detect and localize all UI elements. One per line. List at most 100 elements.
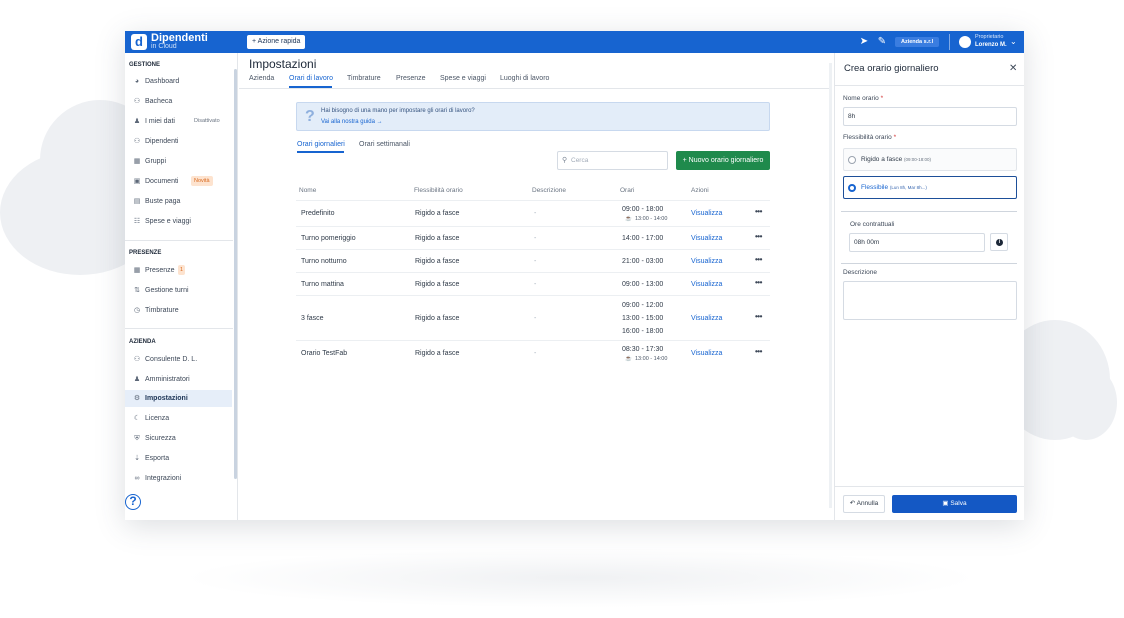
export-icon: ⇣	[134, 455, 140, 462]
row-description: -	[534, 281, 537, 288]
group-icon: ▦	[133, 158, 141, 165]
tab-expenses[interactable]: Spese e viaggi	[440, 74, 486, 84]
sidebar-item-label: Dipendenti	[145, 138, 179, 145]
guide-link[interactable]: Vai alla nostra guida →	[321, 119, 383, 126]
option-name: Flessibile	[861, 184, 889, 191]
sidebar-item-documents[interactable]: ▣ Documenti Novità	[125, 173, 232, 190]
help-button[interactable]: ?	[125, 494, 141, 510]
sidebar-item-admins[interactable]: ♟ Amministratori	[125, 371, 232, 388]
sidebar-scrollbar[interactable]	[234, 69, 237, 479]
info-icon: i	[996, 239, 1003, 246]
row-flexibility: Rigido a fasce	[415, 235, 460, 242]
sidebar-item-expenses[interactable]: ☷ Spese e viaggi	[125, 213, 232, 230]
more-icon[interactable]: •••	[755, 256, 762, 264]
more-icon[interactable]: •••	[755, 348, 762, 356]
quick-action-button[interactable]: + Azione rapida	[247, 35, 306, 49]
sidebar-item-bacheca[interactable]: ⚇ Bacheca	[125, 93, 232, 110]
letter-d-logo[interactable]: d	[131, 34, 147, 50]
background-cloud	[1055, 365, 1117, 440]
more-icon[interactable]: •••	[755, 208, 762, 216]
option-name: Rigido a fasce	[861, 156, 903, 163]
sidebar-item-advisor[interactable]: ⚇ Consulente D. L.	[125, 351, 232, 368]
row-flexibility: Rigido a fasce	[415, 315, 460, 322]
close-icon[interactable]: ✕	[1009, 63, 1017, 75]
row-time-slot: 08:30 - 17:30	[622, 346, 664, 353]
tab-azienda[interactable]: Azienda	[249, 74, 274, 84]
schedule-name-input[interactable]: 8h	[843, 107, 1017, 126]
tab-attendance[interactable]: Presenze	[396, 74, 426, 84]
search-input[interactable]: ⚲ Cerca	[557, 151, 668, 170]
search-icon: ⚲	[562, 157, 568, 164]
megaphone-icon[interactable]: ✎	[876, 36, 888, 48]
view-link[interactable]: Visualizza	[691, 210, 722, 218]
calendar-icon: ▦	[133, 267, 141, 274]
chevron-down-icon[interactable]: ⌄	[1010, 37, 1017, 47]
sidebar-item-shifts[interactable]: ⇅ Gestione turni	[125, 282, 232, 299]
sidebar-item-clock-ins[interactable]: ◷ Timbrature	[125, 302, 232, 319]
table-row-divider	[296, 295, 770, 296]
sidebar-item-settings[interactable]: ⚙ Impostazioni	[125, 390, 232, 407]
new-daily-schedule-button[interactable]: + Nuovo orario giornaliero	[676, 151, 770, 170]
user-name[interactable]: Lorenzo M.	[975, 42, 1007, 49]
sidebar-item-employees[interactable]: ⚇ Dipendenti	[125, 133, 232, 150]
description-textarea[interactable]	[843, 281, 1017, 320]
main-scrollbar[interactable]	[829, 63, 832, 508]
rocket-icon[interactable]: ➤	[858, 36, 870, 48]
clock-icon: ◷	[133, 307, 141, 314]
option-label: Rigido a fasce (09:00-18:00)	[861, 156, 931, 164]
company-selector[interactable]: Azienda s.r.l	[895, 37, 940, 47]
view-link[interactable]: Visualizza	[691, 235, 722, 243]
sidebar-item-dashboard[interactable]: ◕ Dashboard	[125, 73, 232, 90]
contract-hours-input[interactable]: 08h 00m	[849, 233, 985, 252]
option-flexible[interactable]: Flessibile (Lun 8h, Mar 8h...)	[843, 176, 1017, 199]
more-icon[interactable]: •••	[755, 233, 762, 241]
view-link[interactable]: Visualizza	[691, 281, 722, 289]
view-link[interactable]: Visualizza	[691, 258, 722, 266]
more-icon[interactable]: •••	[755, 313, 762, 321]
info-button[interactable]: i	[990, 233, 1008, 251]
row-description: -	[534, 315, 537, 322]
column-header-hours: Orari	[620, 187, 635, 194]
avatar[interactable]	[959, 36, 971, 48]
panel-divider	[841, 211, 1017, 212]
view-link[interactable]: Visualizza	[691, 350, 722, 358]
sidebar-item-integrations[interactable]: ∞ Integrazioni	[125, 470, 232, 487]
shifts-icon: ⇅	[134, 287, 140, 294]
radio-button[interactable]	[848, 156, 856, 164]
tab-clock-ins[interactable]: Timbrature	[347, 74, 381, 84]
row-description: -	[534, 258, 537, 265]
radio-button-selected[interactable]	[848, 184, 856, 192]
view-link[interactable]: Visualizza	[691, 315, 722, 323]
save-button[interactable]: ▣ Salva	[892, 495, 1017, 513]
banner-text: Hai bisogno di una mano per impostare gl…	[321, 108, 475, 114]
sidebar-item-security[interactable]: ⛨ Sicurezza	[125, 430, 232, 447]
row-name: Orario TestFab	[301, 350, 348, 357]
sidebar-item-attendance[interactable]: ▦ Presenze 1	[125, 262, 232, 279]
row-flexibility: Rigido a fasce	[415, 281, 460, 288]
cancel-button[interactable]: ↶ Annulla	[843, 495, 885, 513]
row-break-slot: 13:00 - 14:00	[635, 356, 668, 362]
sidebar-item-label: I miei dati	[145, 118, 175, 125]
sidebar-item-label: Timbrature	[145, 307, 179, 314]
tab-workplaces[interactable]: Luoghi di lavoro	[500, 74, 549, 84]
table-header-divider	[296, 200, 770, 201]
name-label-text: Nome orario	[843, 95, 879, 102]
row-name: Turno notturno	[301, 258, 347, 265]
column-header-description: Descrizione	[532, 187, 566, 194]
row-time-slot: 16:00 - 18:00	[622, 328, 664, 335]
sidebar-item-my-data[interactable]: ♟ I miei dati Disattivato	[125, 113, 232, 130]
sidebar-item-export[interactable]: ⇣ Esporta	[125, 450, 232, 467]
row-name: Predefinito	[301, 210, 335, 217]
subtab-weekly[interactable]: Orari settimanali	[359, 140, 410, 149]
sidebar-item-groups[interactable]: ▦ Gruppi	[125, 153, 232, 170]
gauge-icon: ◕	[134, 78, 140, 85]
option-rigid[interactable]: Rigido a fasce (09:00-18:00)	[843, 148, 1017, 171]
sidebar-item-license[interactable]: ☾ Licenza	[125, 410, 232, 427]
sidebar-item-label: Amministratori	[145, 376, 190, 383]
sidebar-section-title: GESTIONE	[129, 62, 161, 68]
subtab-daily[interactable]: Orari giornalieri	[297, 140, 345, 149]
tab-work-hours[interactable]: Orari di lavoro	[289, 74, 333, 84]
more-icon[interactable]: •••	[755, 279, 762, 287]
sidebar-item-payslips[interactable]: ▤ Buste paga	[125, 193, 232, 210]
description-label: Descrizione	[843, 269, 877, 276]
